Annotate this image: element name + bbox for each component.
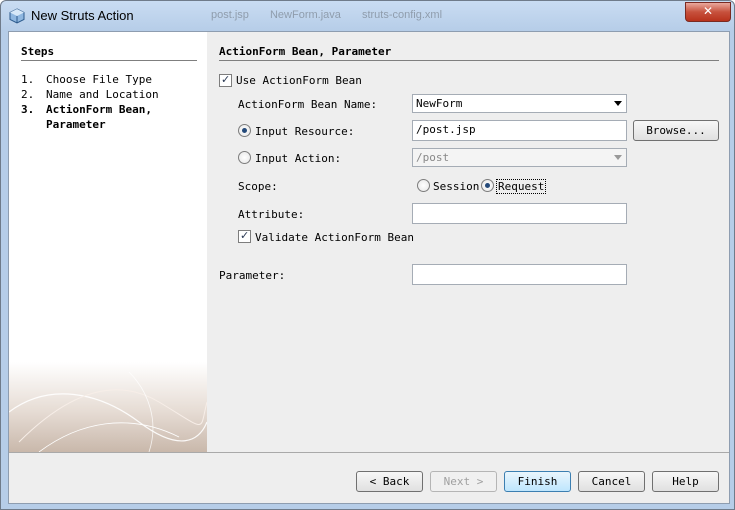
bean-name-value: NewForm [416, 97, 463, 110]
background-tab: struts-config.xml [361, 9, 443, 21]
input-action-label[interactable]: Input Action: [255, 152, 341, 165]
validate-label[interactable]: Validate ActionForm Bean [255, 231, 414, 244]
finish-button[interactable]: Finish [504, 471, 571, 492]
check-icon: ✓ [221, 73, 231, 86]
scope-session-label[interactable]: Session [433, 180, 479, 193]
window-title: New Struts Action [31, 8, 134, 23]
title-bar[interactable]: New Struts Action post.jsp NewForm.java … [1, 1, 734, 31]
steps-panel: Steps 1. Choose File Type 2. Name and Lo… [9, 32, 207, 452]
bean-name-combo[interactable]: NewForm [412, 94, 627, 113]
step-item: 1. Choose File Type [21, 72, 201, 87]
input-action-value: /post [416, 151, 450, 164]
help-button[interactable]: Help [652, 471, 719, 492]
input-resource-label[interactable]: Input Resource: [255, 125, 354, 138]
scope-label: Scope: [238, 180, 278, 193]
input-action-combo: /post [412, 148, 627, 167]
attribute-field[interactable] [412, 203, 627, 224]
attribute-label: Attribute: [238, 208, 305, 221]
close-button[interactable]: ✕ [685, 2, 731, 22]
step-item: 2. Name and Location [21, 87, 201, 102]
validate-checkbox[interactable]: ✓ [238, 229, 251, 243]
input-resource-field[interactable]: /post.jsp [412, 120, 627, 141]
next-button[interactable]: Next > [430, 471, 497, 492]
scope-session-radio[interactable] [417, 179, 430, 192]
chevron-down-icon [614, 155, 622, 160]
browse-button[interactable]: Browse... [633, 120, 719, 141]
background-tab: NewForm.java [269, 9, 341, 21]
step-number: 1. [21, 73, 35, 86]
divider [219, 60, 719, 61]
input-resource-radio[interactable] [238, 124, 251, 137]
bean-name-label: ActionForm Bean Name: [238, 98, 378, 111]
netbeans-cube-icon [9, 8, 25, 24]
step-item-current: 3. ActionForm Bean, Parameter [21, 102, 201, 132]
step-label: Name and Location [46, 88, 159, 101]
dialog-window: New Struts Action post.jsp NewForm.java … [0, 0, 735, 510]
chevron-down-icon[interactable] [614, 101, 622, 106]
background-editor-tabs: post.jsp NewForm.java struts-config.xml [211, 9, 581, 25]
input-action-radio[interactable] [238, 151, 251, 164]
step-number: 2. [21, 88, 35, 101]
close-icon: ✕ [702, 4, 714, 18]
dialog-content: Steps 1. Choose File Type 2. Name and Lo… [8, 31, 730, 504]
use-actionform-bean-checkbox[interactable]: ✓ [219, 73, 232, 87]
use-actionform-bean-label[interactable]: Use ActionForm Bean [236, 74, 362, 87]
background-tab: post.jsp [211, 9, 249, 21]
scope-request-radio[interactable] [481, 179, 494, 192]
decorative-swirl-graphic [9, 362, 207, 452]
section-heading: ActionForm Bean, Parameter [219, 45, 392, 58]
step-number: 3. [21, 103, 35, 116]
steps-list: 1. Choose File Type 2. Name and Location… [21, 72, 201, 132]
button-bar-divider [9, 452, 729, 453]
check-icon: ✓ [240, 229, 250, 242]
input-resource-value: /post.jsp [416, 123, 476, 136]
form-panel: ActionForm Bean, Parameter ✓ Use ActionF… [207, 32, 729, 452]
parameter-field[interactable] [412, 264, 627, 285]
steps-heading: Steps [21, 45, 55, 58]
back-button[interactable]: < Back [356, 471, 423, 492]
parameter-label: Parameter: [219, 269, 286, 282]
scope-request-label[interactable]: Request [496, 179, 547, 194]
cancel-button[interactable]: Cancel [578, 471, 645, 492]
step-label: ActionForm Bean, Parameter [46, 103, 152, 131]
step-label: Choose File Type [46, 73, 152, 86]
divider [21, 60, 197, 61]
